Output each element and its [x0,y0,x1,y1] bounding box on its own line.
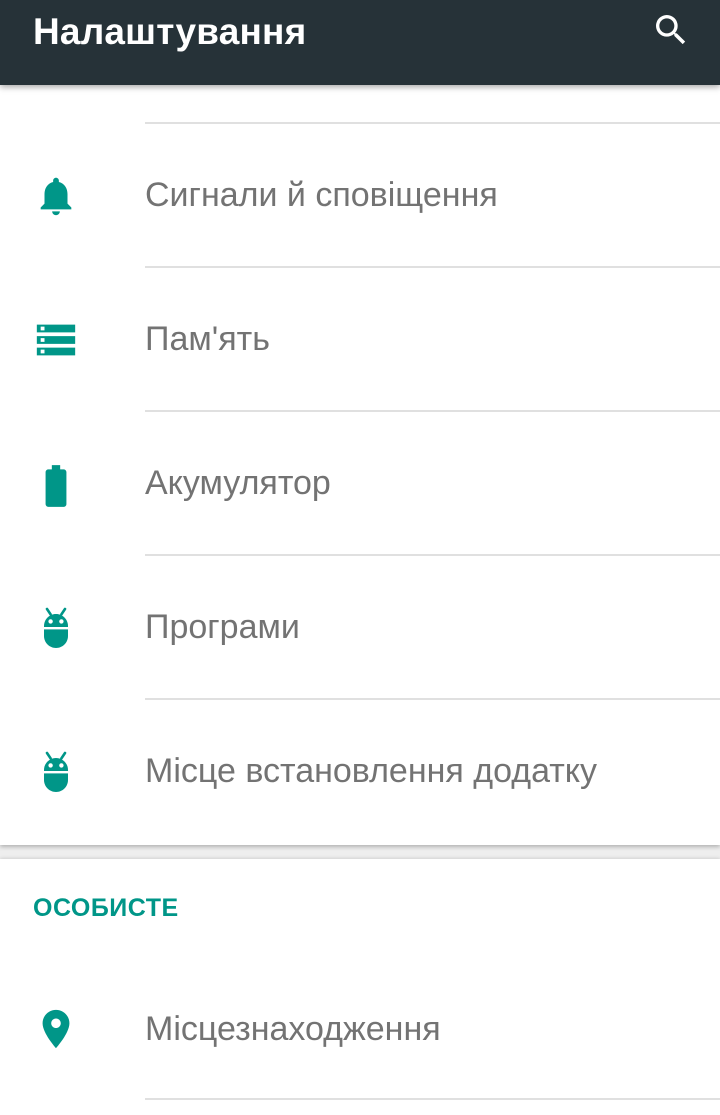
divider [145,410,720,412]
search-icon [656,15,686,45]
android-icon [30,746,82,798]
divider [145,1098,720,1100]
settings-item-label: Сигнали й сповіщення [145,176,498,214]
divider [145,266,720,268]
battery-icon [30,460,82,512]
divider [145,554,720,556]
settings-item-sound-notifications[interactable]: Сигнали й сповіщення [0,125,720,267]
settings-item-label: Місцезнаходження [145,1010,441,1048]
settings-item-location[interactable]: Місцезнаходження [0,959,720,1101]
settings-item-storage[interactable]: Пам'ять [0,269,720,411]
storage-icon [30,314,82,366]
divider [145,698,720,700]
personal-settings-card: ОСОБИСТЕ Місцезнаходження [0,859,720,1115]
android-icon [30,602,82,654]
settings-item-label: Місце встановлення додатку [145,752,598,790]
location-pin-icon [30,1003,82,1055]
settings-item-label: Пам'ять [145,320,270,358]
section-header-personal: ОСОБИСТЕ [33,894,179,922]
bell-icon [30,170,82,222]
divider [145,122,720,124]
search-button[interactable] [645,4,697,56]
settings-item-apps[interactable]: Програми [0,557,720,699]
settings-item-app-install-location[interactable]: Місце встановлення додатку [0,701,720,843]
settings-item-battery[interactable]: Акумулятор [0,413,720,555]
settings-item-label: Програми [145,608,300,646]
app-bar: Налаштування [0,0,720,85]
settings-screen: Налаштування Сигнали й сповіщення Пам'ят… [0,0,720,1115]
page-title: Налаштування [33,11,307,52]
device-settings-card: Сигнали й сповіщення Пам'ять Акумулятор [0,85,720,845]
settings-item-label: Акумулятор [145,464,331,502]
